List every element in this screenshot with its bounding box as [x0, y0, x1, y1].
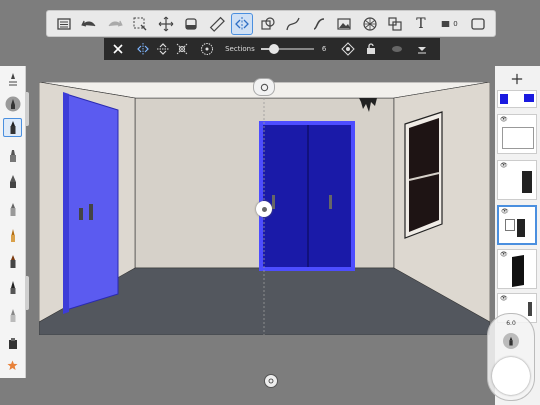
both-symmetry-icon[interactable] [174, 40, 189, 58]
pencil-brush-icon[interactable] [3, 118, 22, 137]
center-dot-icon [261, 206, 267, 212]
brush-library-icon[interactable] [3, 70, 22, 89]
undo-icon[interactable] [78, 13, 100, 35]
layer-content [502, 127, 534, 149]
vertical-symmetry-icon[interactable] [135, 40, 150, 58]
center-dot-icon [260, 83, 268, 91]
plus-icon [511, 73, 523, 85]
select-icon[interactable] [129, 13, 151, 35]
symmetry-toolbar: Sections 6 [104, 38, 440, 60]
stroke-icon[interactable] [308, 13, 330, 35]
layer-thumbnail-selected[interactable]: 👁 [497, 205, 537, 245]
calligraphy-brush-icon[interactable] [3, 278, 22, 297]
layer-thumbnail[interactable]: 👁 [497, 114, 537, 154]
horizontal-symmetry-icon[interactable] [155, 40, 170, 58]
stamp-icon[interactable] [384, 13, 406, 35]
layer-content [524, 94, 534, 102]
flipbook-icon[interactable]: 0 [435, 13, 463, 35]
eraser-brush-icon[interactable] [3, 306, 22, 325]
brush-puck[interactable]: 6.0 [487, 313, 535, 401]
airbrush-icon[interactable] [3, 172, 22, 191]
layer-content [505, 219, 515, 231]
eye-icon[interactable]: 👁 [501, 208, 509, 215]
sections-label: Sections [225, 45, 255, 53]
palette-tab-handle[interactable] [25, 92, 29, 126]
symmetry-center-handle[interactable] [256, 201, 272, 217]
eye-icon[interactable]: 👁 [500, 162, 508, 169]
brush-size-label: 6.0 [506, 320, 516, 327]
sections-value: 6 [321, 45, 327, 53]
ruler-icon[interactable] [206, 13, 228, 35]
list-icon[interactable] [53, 13, 75, 35]
color-puck[interactable] [492, 357, 530, 395]
center-target-icon[interactable] [340, 40, 355, 58]
symmetry-top-handle[interactable] [253, 78, 275, 96]
image-icon[interactable] [333, 13, 355, 35]
fill-icon[interactable] [180, 13, 202, 35]
layer-content [528, 302, 532, 316]
symmetry-bottom-handle[interactable] [264, 374, 278, 388]
menu-down-icon[interactable] [415, 40, 430, 58]
close-icon[interactable] [110, 40, 125, 58]
brush-set-icon[interactable] [3, 334, 22, 353]
perspective-icon[interactable] [359, 13, 381, 35]
layer-content [522, 171, 532, 193]
center-dot-icon [268, 378, 274, 384]
sections-slider-knob[interactable] [269, 44, 280, 54]
symmetry-icon[interactable] [231, 12, 254, 35]
eye-icon[interactable]: 👁 [500, 295, 508, 302]
fullscreen-icon[interactable] [467, 13, 489, 35]
text-icon[interactable]: T [410, 13, 432, 35]
radial-symmetry-icon[interactable] [200, 40, 215, 58]
favorites-star-icon[interactable] [3, 356, 22, 375]
add-layer-button[interactable] [503, 68, 531, 90]
visibility-icon[interactable] [389, 40, 404, 58]
curve-icon[interactable] [282, 13, 304, 35]
eye-icon[interactable]: 👁 [500, 116, 508, 123]
redo-icon[interactable] [104, 13, 126, 35]
toolbar-drag-handle[interactable] [264, 2, 278, 17]
layer-content [517, 219, 525, 237]
paint-brush-icon[interactable] [3, 226, 22, 245]
palette-tab-handle-lower[interactable] [25, 276, 29, 310]
layer-thumbnail[interactable]: 👁 [497, 249, 537, 289]
layer-content [500, 94, 508, 104]
shapes-icon[interactable] [257, 13, 279, 35]
layer-thumbnail[interactable] [497, 90, 537, 108]
brush-palette [0, 66, 26, 378]
layer-thumbnail[interactable]: 👁 [497, 160, 537, 200]
brush-preview-icon[interactable] [3, 94, 22, 113]
brush-preview-icon [503, 333, 519, 349]
main-toolbar: T 0 [46, 10, 496, 37]
marker-brush-icon[interactable] [3, 146, 22, 165]
lock-icon[interactable] [364, 40, 379, 58]
sections-slider[interactable] [260, 44, 314, 54]
eye-icon[interactable]: 👁 [500, 251, 508, 258]
layer-content [512, 254, 524, 288]
ink-brush-icon[interactable] [3, 200, 22, 219]
transform-icon[interactable] [155, 13, 177, 35]
crayon-brush-icon[interactable] [3, 252, 22, 271]
